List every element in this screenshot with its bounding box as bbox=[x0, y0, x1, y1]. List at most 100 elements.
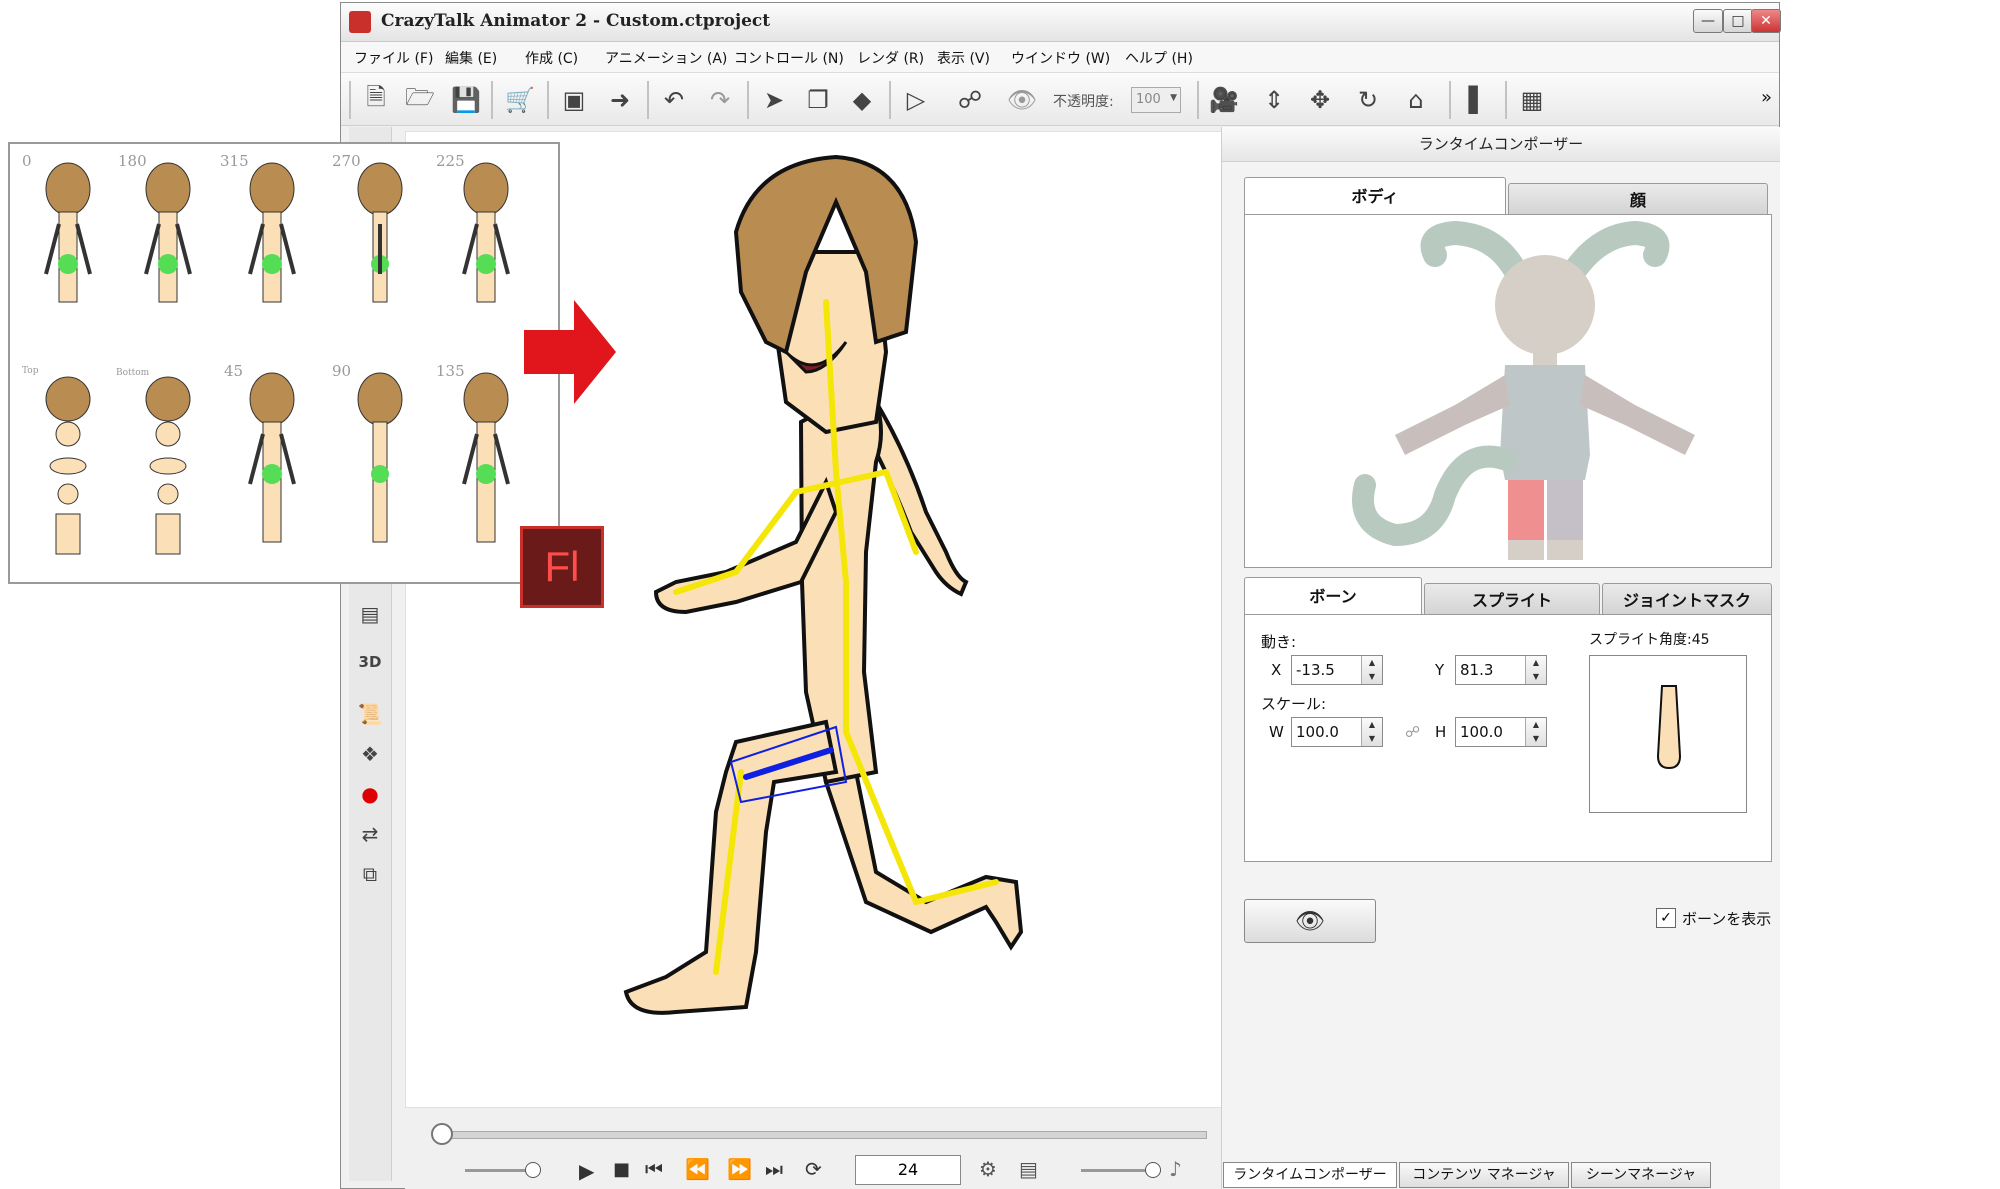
cart-icon[interactable]: 🛒 bbox=[503, 83, 537, 117]
opacity-field[interactable]: 100 ▼ bbox=[1131, 87, 1181, 113]
settings-icon[interactable]: ⚙ bbox=[979, 1157, 997, 1181]
toolbar-separator bbox=[491, 81, 493, 119]
save-icon[interactable]: 💾 bbox=[449, 83, 483, 117]
figure-row-1 bbox=[44, 162, 510, 303]
rewind-icon[interactable]: ⏪ bbox=[685, 1157, 710, 1181]
character-reference-sheet: 0 180 315 270 225 Top Bottom 45 90 135 bbox=[8, 142, 560, 584]
body-map-figure[interactable] bbox=[1245, 215, 1771, 567]
first-frame-icon[interactable]: ⏮ bbox=[645, 1157, 663, 1181]
camera-icon[interactable]: 🎥 bbox=[1207, 83, 1241, 117]
toolbar-separator bbox=[889, 81, 891, 119]
eraser-icon[interactable]: ◆ bbox=[845, 83, 879, 117]
minimize-button[interactable]: — bbox=[1693, 9, 1723, 33]
fast-forward-icon[interactable]: ⏩ bbox=[727, 1157, 752, 1181]
volume-slider-knob[interactable] bbox=[1145, 1162, 1161, 1178]
toolbar-separator bbox=[547, 81, 549, 119]
right-arm-part bbox=[1580, 375, 1695, 455]
h-label: H bbox=[1435, 723, 1447, 741]
runtime-composer-panel: ランタイムコンポーザー ボディ 顔 ボーン スプライト ジョイントマスク 動き:… bbox=[1221, 127, 1780, 1189]
convert-3d-button[interactable]: 3D bbox=[353, 645, 387, 679]
shapes-icon[interactable]: ❖ bbox=[353, 737, 387, 771]
preview-icon[interactable]: ▣ bbox=[557, 83, 591, 117]
timeline-scrubber[interactable] bbox=[431, 1123, 453, 1145]
tab-scene-manager[interactable]: シーンマネージャ bbox=[1571, 1162, 1711, 1188]
eye-button[interactable]: 👁 bbox=[1244, 899, 1376, 943]
visibility-icon[interactable]: 👁 bbox=[1005, 83, 1039, 117]
right-thigh-part bbox=[1547, 480, 1583, 540]
maximize-button[interactable]: □ bbox=[1723, 9, 1753, 33]
w-spinner[interactable]: 100.0 ▲ ▼ bbox=[1291, 717, 1383, 747]
move-all-icon[interactable]: ✥ bbox=[1303, 83, 1337, 117]
timeline-bar: ▶ ■ ⏮ ⏪ ⏩ ⏭ ⟳ 24 ⚙ ▤ ♪ bbox=[405, 1111, 1235, 1189]
x-spinner[interactable]: -13.5 ▲ ▼ bbox=[1291, 655, 1383, 685]
opacity-value: 100 bbox=[1136, 92, 1161, 107]
play-icon[interactable]: ▶ bbox=[579, 1159, 594, 1183]
left-thigh-part bbox=[1508, 480, 1544, 540]
toolbar-more-button[interactable]: » bbox=[1761, 87, 1772, 108]
convert-3d-label: 3D bbox=[358, 653, 382, 671]
menu-window[interactable]: ウインドウ (W) bbox=[1011, 48, 1110, 68]
export-icon[interactable]: ➜ bbox=[603, 83, 637, 117]
frame-value: 24 bbox=[897, 1160, 919, 1179]
new-file-icon[interactable]: 🗎 bbox=[359, 83, 393, 117]
home-icon[interactable]: ⌂ bbox=[1399, 83, 1433, 117]
body-part-picker[interactable] bbox=[1244, 214, 1772, 568]
ref-figure bbox=[248, 372, 296, 543]
tab-body[interactable]: ボディ bbox=[1244, 177, 1506, 215]
toolbar-grip bbox=[349, 81, 351, 119]
tab-sprite[interactable]: スプライト bbox=[1424, 583, 1600, 617]
flip-icon[interactable]: ▷ bbox=[899, 83, 933, 117]
layers-icon[interactable]: ⧉ bbox=[353, 857, 387, 891]
h-spinner[interactable]: 100.0 ▲ ▼ bbox=[1455, 717, 1547, 747]
tab-content-manager[interactable]: コンテンツ マネージャ bbox=[1399, 1162, 1569, 1188]
neck-part bbox=[1533, 345, 1557, 365]
show-bones-checkbox[interactable]: ✓ bbox=[1656, 908, 1676, 928]
left-shin-part bbox=[1508, 540, 1544, 560]
undo-icon[interactable]: ↶ bbox=[657, 83, 691, 117]
duplicate-icon[interactable]: ❐ bbox=[801, 83, 835, 117]
menu-view[interactable]: 表示 (V) bbox=[937, 48, 990, 68]
character-back-leg bbox=[823, 769, 1024, 951]
menu-control[interactable]: コントロール (N) bbox=[734, 48, 844, 68]
panel-toggle-icon[interactable]: ▌ bbox=[1461, 83, 1495, 117]
record-icon[interactable]: ● bbox=[353, 777, 387, 811]
link-icon[interactable]: ☍ bbox=[953, 83, 987, 117]
timeline-edit-icon[interactable]: ⇄ bbox=[353, 817, 387, 851]
menu-animation[interactable]: アニメーション (A) bbox=[605, 48, 727, 68]
redo-icon[interactable]: ↷ bbox=[703, 83, 737, 117]
menu-render[interactable]: レンダ (R) bbox=[857, 48, 924, 68]
tab-bone[interactable]: ボーン bbox=[1244, 577, 1422, 615]
x-spin-arrows[interactable]: ▲ ▼ bbox=[1361, 656, 1382, 684]
sprite-angle-label: スプライト角度:45 bbox=[1589, 632, 1710, 648]
last-frame-icon[interactable]: ⏭ bbox=[765, 1157, 783, 1181]
h-spin-arrows[interactable]: ▲ ▼ bbox=[1525, 718, 1546, 746]
image-icon[interactable]: ▤ bbox=[353, 597, 387, 631]
timeline-track[interactable] bbox=[435, 1131, 1207, 1139]
speed-slider-knob[interactable] bbox=[525, 1162, 541, 1178]
loop-icon[interactable]: ⟳ bbox=[805, 1157, 822, 1181]
w-spin-arrows[interactable]: ▲ ▼ bbox=[1361, 718, 1382, 746]
open-folder-icon[interactable]: 🗁 bbox=[403, 83, 437, 117]
rotate-icon[interactable]: ↻ bbox=[1351, 83, 1385, 117]
toolbar-separator bbox=[647, 81, 649, 119]
window-title: CrazyTalk Animator 2 - Custom.ctproject bbox=[381, 11, 771, 31]
menu-create[interactable]: 作成 (C) bbox=[525, 48, 578, 68]
tab-joint-mask[interactable]: ジョイントマスク bbox=[1602, 583, 1772, 617]
menu-edit[interactable]: 編集 (E) bbox=[445, 48, 497, 68]
stop-icon[interactable]: ■ bbox=[613, 1159, 630, 1180]
menu-file[interactable]: ファイル (F) bbox=[354, 48, 433, 68]
select-arrow-icon[interactable]: ➤ bbox=[757, 83, 791, 117]
grid-icon[interactable]: ▦ bbox=[1515, 83, 1549, 117]
tab-face[interactable]: 顔 bbox=[1508, 183, 1768, 217]
close-button[interactable]: ✕ bbox=[1751, 9, 1781, 33]
y-spinner[interactable]: 81.3 ▲ ▼ bbox=[1455, 655, 1547, 685]
menu-help[interactable]: ヘルプ (H) bbox=[1125, 48, 1193, 68]
panel-icon[interactable]: ▤ bbox=[1019, 1157, 1038, 1181]
tab-runtime-composer[interactable]: ランタイムコンポーザー bbox=[1223, 1162, 1397, 1188]
link-icon[interactable]: ☍ bbox=[1405, 723, 1420, 741]
script-icon[interactable]: 📜 bbox=[353, 697, 387, 731]
move-vertical-icon[interactable]: ⇕ bbox=[1257, 83, 1291, 117]
frame-field[interactable]: 24 bbox=[855, 1155, 961, 1185]
y-spin-arrows[interactable]: ▲ ▼ bbox=[1525, 656, 1546, 684]
music-note-icon[interactable]: ♪ bbox=[1169, 1157, 1182, 1181]
